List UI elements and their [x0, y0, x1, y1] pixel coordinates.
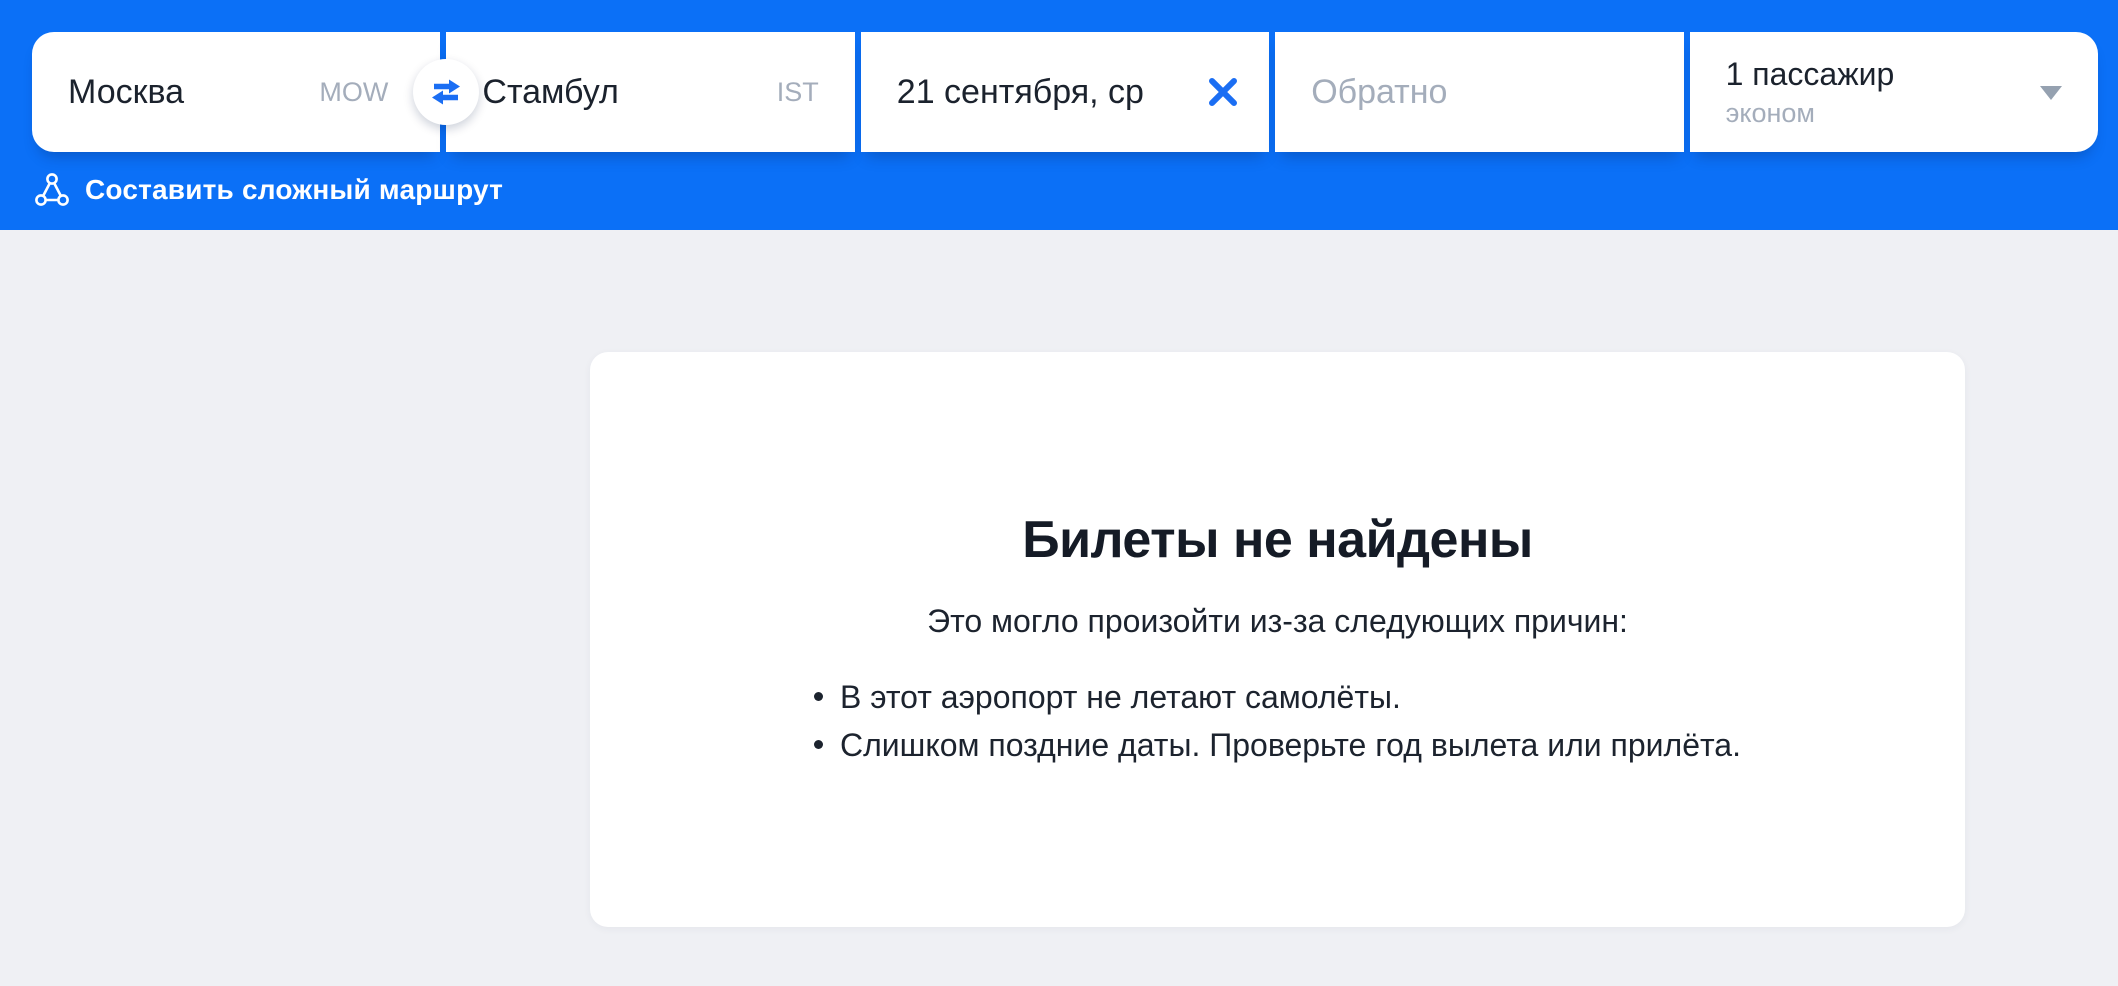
- search-header: Москва MOW Стамбул IST 21 сентября, ср О…: [0, 0, 2118, 230]
- search-fields-row: Москва MOW Стамбул IST 21 сентября, ср О…: [32, 32, 2098, 152]
- empty-state-card: Билеты не найдены Это могло произойти из…: [590, 352, 1965, 927]
- complex-route-link[interactable]: Составить сложный маршрут: [34, 168, 503, 212]
- reason-item: В этот аэропорт не летают самолёты.: [814, 673, 1741, 721]
- empty-state-subtitle: Это могло произойти из-за следующих прич…: [630, 600, 1925, 642]
- depart-date-value: 21 сентября, ср: [897, 73, 1144, 112]
- origin-field[interactable]: Москва MOW: [32, 32, 440, 152]
- complex-route-label: Составить сложный маршрут: [85, 174, 503, 206]
- destination-iata-code: IST: [777, 77, 819, 108]
- reason-list: В этот аэропорт не летают самолёты. Слиш…: [814, 673, 1741, 769]
- cabin-class: эконом: [1726, 98, 1895, 128]
- passengers-field[interactable]: 1 пассажир эконом: [1690, 32, 2098, 152]
- passengers-summary: 1 пассажир эконом: [1726, 56, 1895, 128]
- clear-date-button[interactable]: [1203, 72, 1243, 112]
- reason-item: Слишком поздние даты. Проверьте год выле…: [814, 721, 1741, 769]
- return-date-field[interactable]: Обратно: [1275, 32, 1683, 152]
- passengers-count: 1 пассажир: [1726, 56, 1895, 92]
- origin-iata-code: MOW: [319, 77, 388, 108]
- empty-state-title: Билеты не найдены: [630, 510, 1925, 570]
- swap-directions-button[interactable]: [413, 59, 479, 125]
- destination-field[interactable]: Стамбул IST: [446, 32, 854, 152]
- flight-search-page: { "search": { "origin": { "city": "Москв…: [0, 0, 2118, 986]
- return-date-placeholder: Обратно: [1311, 73, 1447, 112]
- destination-city: Стамбул: [482, 73, 618, 112]
- chevron-down-icon: [2040, 86, 2062, 100]
- clear-icon: [1204, 73, 1242, 111]
- complex-route-icon: [34, 171, 70, 209]
- depart-date-field[interactable]: 21 сентября, ср: [861, 32, 1269, 152]
- origin-city: Москва: [68, 73, 184, 112]
- swap-icon: [427, 73, 465, 111]
